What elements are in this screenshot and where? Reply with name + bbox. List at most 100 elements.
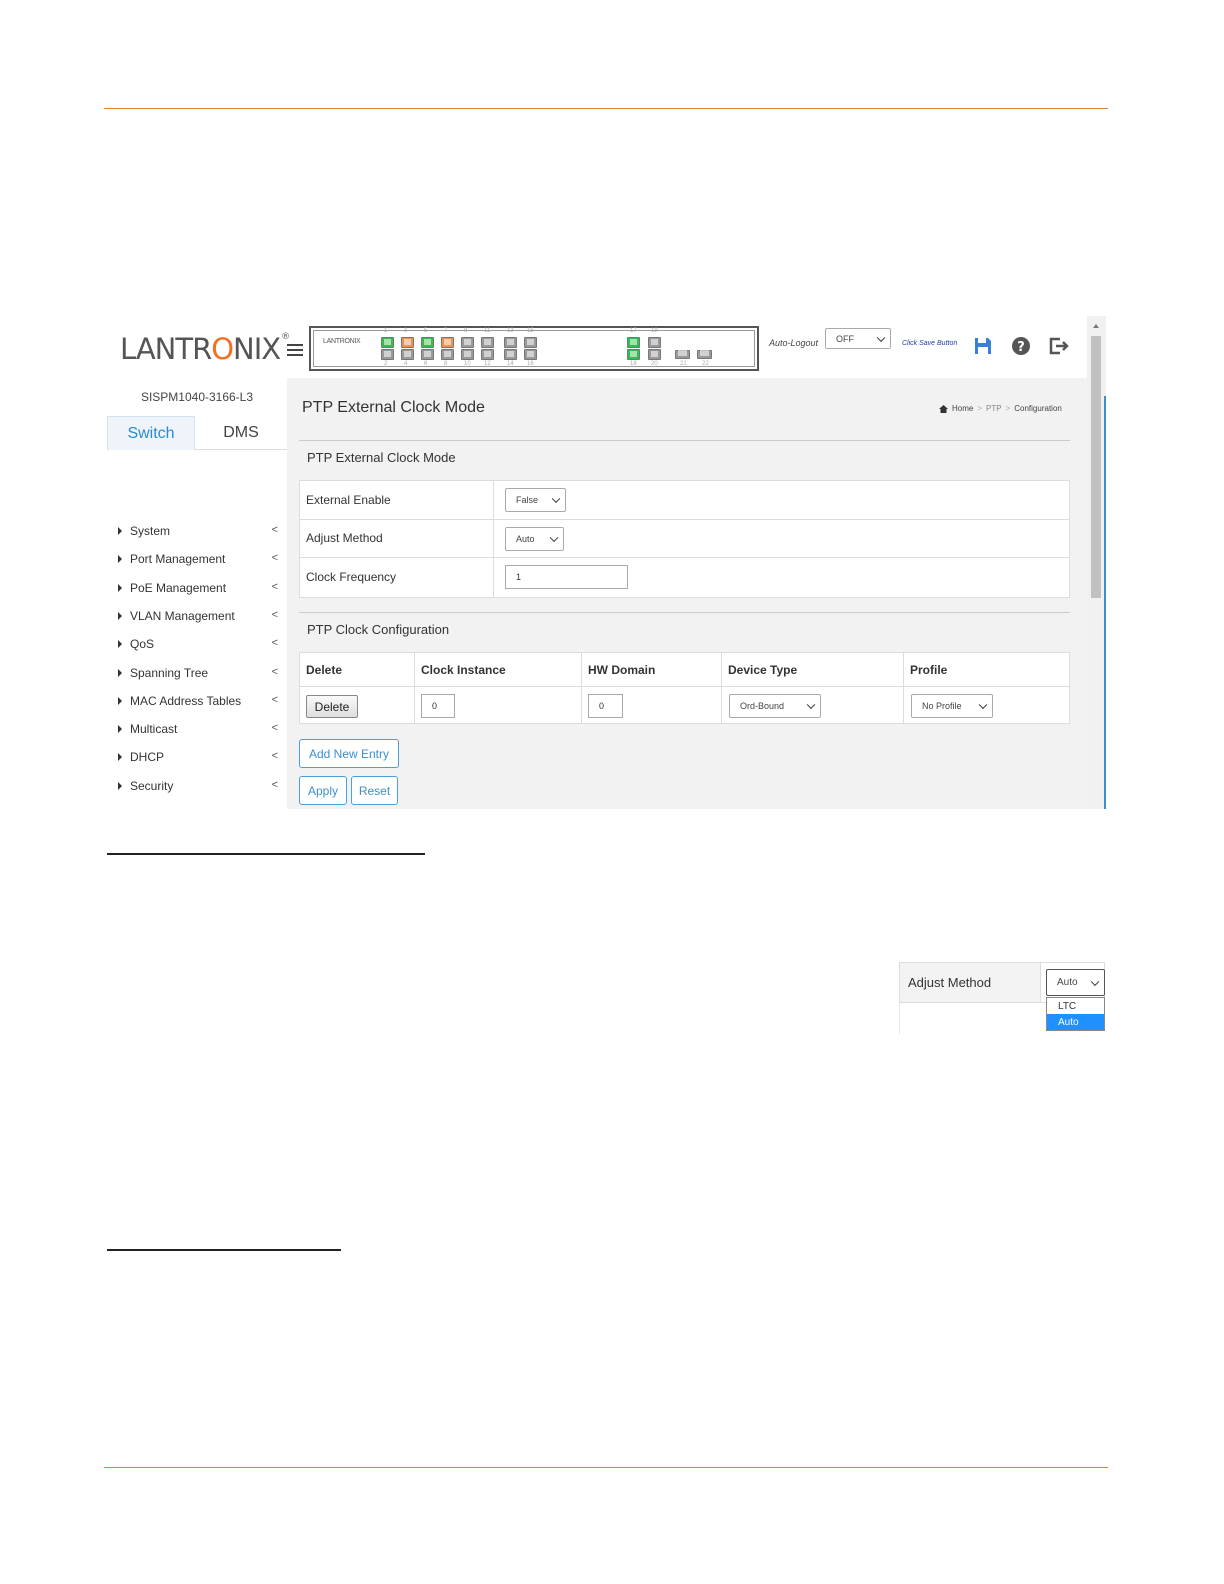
port-number: 9	[464, 328, 468, 334]
sidebar-item-label: QoS	[130, 637, 155, 652]
scroll-thumb[interactable]	[1091, 336, 1101, 598]
port-number: 22	[702, 361, 709, 367]
chevron-left-icon: <	[271, 778, 278, 791]
sidebar-item-spanning-tree[interactable]: Spanning Tree <	[118, 662, 278, 684]
clock-instance-input[interactable]: 0	[421, 694, 455, 718]
add-new-entry-button[interactable]: Add New Entry	[299, 739, 399, 768]
col-device-type: Device Type	[722, 653, 904, 686]
tab-switch[interactable]: Switch	[107, 416, 195, 450]
chevron-left-icon: <	[271, 608, 278, 621]
port-icon[interactable]	[524, 337, 537, 348]
switch-front-panel: LANTRONIX 1 3 5 7 9 11 13 15 17 19 2 4 6 8 10 12 14 16 18 2…	[309, 326, 759, 371]
sidebar-item-vlan-management[interactable]: VLAN Management <	[118, 605, 278, 627]
click-save-hint: Click Save Button	[902, 340, 958, 347]
adjust-method-dropdown-list: LTC Auto	[1046, 997, 1105, 1031]
port-icon[interactable]	[504, 349, 517, 360]
sfp-port-icon[interactable]	[675, 350, 690, 359]
hw-domain-input[interactable]: 0	[588, 694, 623, 718]
sfp-port-icon[interactable]	[697, 350, 712, 359]
port-number: 20	[651, 361, 658, 367]
port-number: 4	[404, 361, 408, 367]
port-icon[interactable]	[421, 349, 434, 360]
section-title-external-clock: PTP External Clock Mode	[307, 450, 456, 465]
device-type-select[interactable]: Ord-Bound	[729, 694, 821, 718]
port-icon[interactable]	[627, 337, 640, 348]
auto-logout-select[interactable]: OFF	[825, 328, 891, 349]
port-number: 2	[384, 361, 388, 367]
port-number: 13	[507, 328, 514, 334]
port-icon[interactable]	[461, 349, 474, 360]
port-icon[interactable]	[524, 349, 537, 360]
page-header-rule	[104, 108, 1108, 109]
adjust-method-detail-label: Adjust Method	[899, 962, 1040, 1003]
chevron-left-icon: <	[271, 552, 278, 565]
port-icon[interactable]	[481, 337, 494, 348]
option-auto[interactable]: Auto	[1047, 1014, 1104, 1030]
port-icon[interactable]	[504, 337, 517, 348]
port-icon[interactable]	[648, 349, 661, 360]
logout-icon[interactable]	[1048, 336, 1070, 356]
device-name: SISPM1040-3166-L3	[140, 390, 254, 404]
caret-right-icon	[118, 611, 122, 620]
sidebar-item-access-control[interactable]: Access Control <	[118, 803, 278, 809]
sidebar-item-system[interactable]: System <	[118, 520, 278, 542]
scroll-up-icon[interactable]	[1093, 324, 1099, 328]
chevron-left-icon: <	[271, 750, 278, 763]
chevron-left-icon: <	[271, 722, 278, 735]
delete-button[interactable]: Delete	[306, 695, 358, 718]
help-icon[interactable]: ?	[1011, 336, 1031, 356]
chevron-left-icon: <	[272, 807, 278, 809]
clock-frequency-label: Clock Frequency	[306, 570, 397, 585]
chevron-left-icon: <	[271, 693, 278, 706]
apply-button[interactable]: Apply	[299, 776, 347, 805]
panel-logo: LANTRONIX	[323, 338, 361, 345]
adjust-method-detail-select[interactable]: Auto	[1046, 969, 1105, 996]
port-icon[interactable]	[401, 337, 414, 348]
clock-frequency-input[interactable]: 1	[505, 565, 628, 589]
tab-dms[interactable]: DMS	[195, 416, 287, 450]
table-cell: 0	[415, 686, 582, 724]
option-ltc[interactable]: LTC	[1047, 998, 1104, 1014]
save-icon[interactable]	[973, 336, 993, 356]
sidebar-item-multicast[interactable]: Multicast <	[118, 718, 278, 740]
caret-right-icon	[118, 753, 122, 762]
profile-select[interactable]: No Profile	[911, 694, 993, 718]
sidebar-item-mac-address-tables[interactable]: MAC Address Tables <	[118, 690, 278, 712]
breadcrumb: Home > PTP > Configuration	[939, 404, 1062, 413]
port-number: 16	[527, 361, 534, 367]
auto-logout-label: Auto-Logout	[769, 338, 819, 348]
port-icon[interactable]	[401, 349, 414, 360]
port-number: 14	[507, 361, 514, 367]
chevron-left-icon: <	[271, 665, 278, 678]
breadcrumb-ptp[interactable]: PTP	[986, 404, 1002, 413]
scrollbar[interactable]	[1087, 316, 1106, 809]
breadcrumb-home[interactable]: Home	[952, 404, 973, 413]
adjust-method-label: Adjust Method	[306, 531, 383, 546]
sidebar-item-label: VLAN Management	[130, 608, 235, 623]
sidebar-item-port-management[interactable]: Port Management <	[118, 548, 278, 570]
sidebar-item-poe-management[interactable]: PoE Management <	[118, 577, 278, 599]
sidebar-tabs: Switch DMS	[107, 416, 287, 450]
port-icon[interactable]	[381, 349, 394, 360]
port-icon[interactable]	[627, 349, 640, 360]
sidebar-item-security[interactable]: Security <	[118, 775, 278, 797]
port-number: 1	[384, 328, 388, 334]
port-icon[interactable]	[648, 337, 661, 348]
port-icon[interactable]	[441, 337, 454, 348]
adjust-method-select[interactable]: Auto	[505, 526, 564, 551]
external-enable-select[interactable]: False	[505, 488, 566, 512]
port-icon[interactable]	[441, 349, 454, 360]
port-icon[interactable]	[461, 337, 474, 348]
sidebar-item-label: Spanning Tree	[130, 665, 209, 680]
port-icon[interactable]	[381, 337, 394, 348]
home-icon	[939, 404, 948, 413]
menu-icon[interactable]	[287, 344, 303, 358]
section-title-clock-config: PTP Clock Configuration	[307, 622, 450, 637]
port-icon[interactable]	[481, 349, 494, 360]
breadcrumb-configuration: Configuration	[1014, 404, 1062, 413]
sidebar-item-qos[interactable]: QoS <	[118, 633, 278, 655]
port-icon[interactable]	[421, 337, 434, 348]
caret-right-icon	[118, 781, 122, 790]
sidebar-item-dhcp[interactable]: DHCP <	[118, 746, 278, 768]
reset-button[interactable]: Reset	[351, 776, 398, 805]
